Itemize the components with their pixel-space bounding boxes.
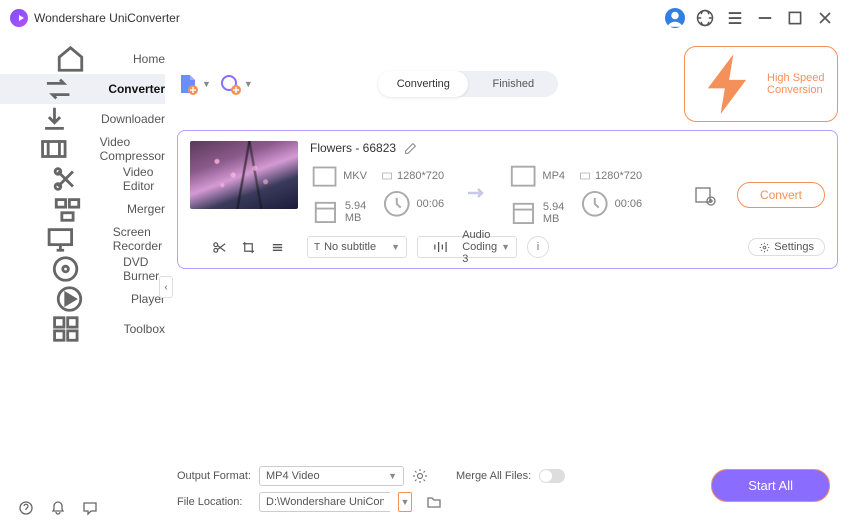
file-card: Flowers - 66823 MKV 5.94 MB 1280*720 00:… — [177, 130, 838, 269]
sidebar-item-dvd-burner[interactable]: DVD Burner — [0, 254, 165, 284]
video-thumbnail[interactable] — [190, 141, 298, 209]
file-location-value: D:\Wondershare UniConverter — [266, 496, 384, 508]
maximize-button[interactable] — [785, 8, 805, 28]
crop-icon[interactable] — [241, 240, 256, 255]
src-format: MKV — [343, 170, 367, 182]
sidebar-label: Converter — [108, 82, 165, 96]
edit-name-icon[interactable] — [404, 142, 417, 155]
sidebar-label: Screen Recorder — [113, 225, 165, 253]
file-location-dropdown[interactable]: ▼ — [398, 492, 412, 512]
main-panel: ▼ ▼ Converting Finished High Speed Conve… — [165, 36, 850, 526]
sidebar: Home Converter Downloader Video Compress… — [0, 36, 165, 526]
menu-icon[interactable] — [725, 8, 745, 28]
format-settings-icon[interactable] — [412, 468, 428, 484]
tab-finished[interactable]: Finished — [468, 71, 558, 97]
close-button[interactable] — [815, 8, 835, 28]
settings-button[interactable]: Settings — [748, 238, 825, 256]
minimize-button[interactable] — [755, 8, 775, 28]
chevron-down-icon: ▼ — [244, 79, 253, 89]
file-location-field[interactable]: D:\Wondershare UniConverter — [259, 492, 390, 512]
output-format-label: Output Format: — [177, 470, 251, 482]
notification-icon[interactable] — [50, 500, 66, 516]
chevron-down-icon: ▼ — [202, 79, 211, 89]
settings-label: Settings — [774, 241, 814, 253]
start-all-button[interactable]: Start All — [711, 469, 830, 502]
app-logo-icon — [10, 9, 28, 27]
tab-converting[interactable]: Converting — [378, 71, 468, 97]
sidebar-label: Toolbox — [124, 322, 165, 336]
audio-value: Audio Coding 3 — [462, 229, 497, 265]
merge-label: Merge All Files: — [456, 470, 531, 482]
sidebar-label: Downloader — [101, 112, 165, 126]
arrow-right-icon — [466, 186, 486, 203]
file-name: Flowers - 66823 — [310, 141, 396, 155]
add-file-button[interactable]: ▼ — [177, 73, 211, 95]
output-settings-icon[interactable] — [693, 183, 717, 207]
feedback-icon[interactable] — [82, 500, 98, 516]
sidebar-label: Video Editor — [123, 165, 165, 193]
output-format-value: MP4 Video — [266, 470, 320, 482]
tab-switch: Converting Finished — [378, 71, 558, 97]
sidebar-item-home[interactable]: Home — [0, 44, 165, 74]
sidebar-item-converter[interactable]: Converter — [0, 74, 165, 104]
output-format-select[interactable]: MP4 Video▼ — [259, 466, 404, 486]
sidebar-label: Merger — [127, 202, 165, 216]
more-icon[interactable] — [270, 240, 285, 255]
info-icon[interactable]: i — [527, 236, 549, 258]
subtitle-value: No subtitle — [324, 241, 376, 253]
sidebar-label: Home — [133, 52, 165, 66]
sidebar-item-video-editor[interactable]: Video Editor — [0, 164, 165, 194]
subtitle-dropdown[interactable]: TNo subtitle▼ — [307, 236, 407, 258]
sidebar-item-merger[interactable]: Merger — [0, 194, 165, 224]
src-size: 5.94 MB — [345, 200, 367, 224]
file-location-label: File Location: — [177, 496, 251, 508]
add-url-button[interactable]: ▼ — [219, 73, 253, 95]
src-res: 1280*720 — [397, 170, 444, 182]
dst-res: 1280*720 — [595, 170, 642, 182]
trim-icon[interactable] — [212, 240, 227, 255]
sidebar-item-screen-recorder[interactable]: Screen Recorder — [0, 224, 165, 254]
help-icon[interactable] — [18, 500, 34, 516]
dst-dur: 00:06 — [615, 198, 643, 210]
dst-size: 5.94 MB — [543, 201, 565, 225]
sidebar-item-video-compressor[interactable]: Video Compressor — [0, 134, 165, 164]
audio-dropdown[interactable]: Audio Coding 3▼ — [417, 236, 517, 258]
app-title: Wondershare UniConverter — [34, 11, 180, 25]
sidebar-item-downloader[interactable]: Downloader — [0, 104, 165, 134]
convert-button[interactable]: Convert — [737, 182, 825, 208]
high-speed-label: High Speed Conversion — [767, 72, 827, 96]
src-dur: 00:06 — [417, 198, 445, 210]
dst-format: MP4 — [542, 170, 565, 182]
sidebar-item-toolbox[interactable]: Toolbox — [0, 314, 165, 344]
titlebar: Wondershare UniConverter — [0, 0, 850, 36]
sidebar-label: Video Compressor — [100, 135, 165, 163]
open-folder-icon[interactable] — [426, 494, 442, 510]
account-avatar[interactable] — [665, 8, 685, 28]
support-icon[interactable] — [695, 8, 715, 28]
merge-toggle[interactable] — [539, 469, 565, 483]
sidebar-item-player[interactable]: Player — [0, 284, 165, 314]
high-speed-button[interactable]: High Speed Conversion — [684, 46, 838, 122]
